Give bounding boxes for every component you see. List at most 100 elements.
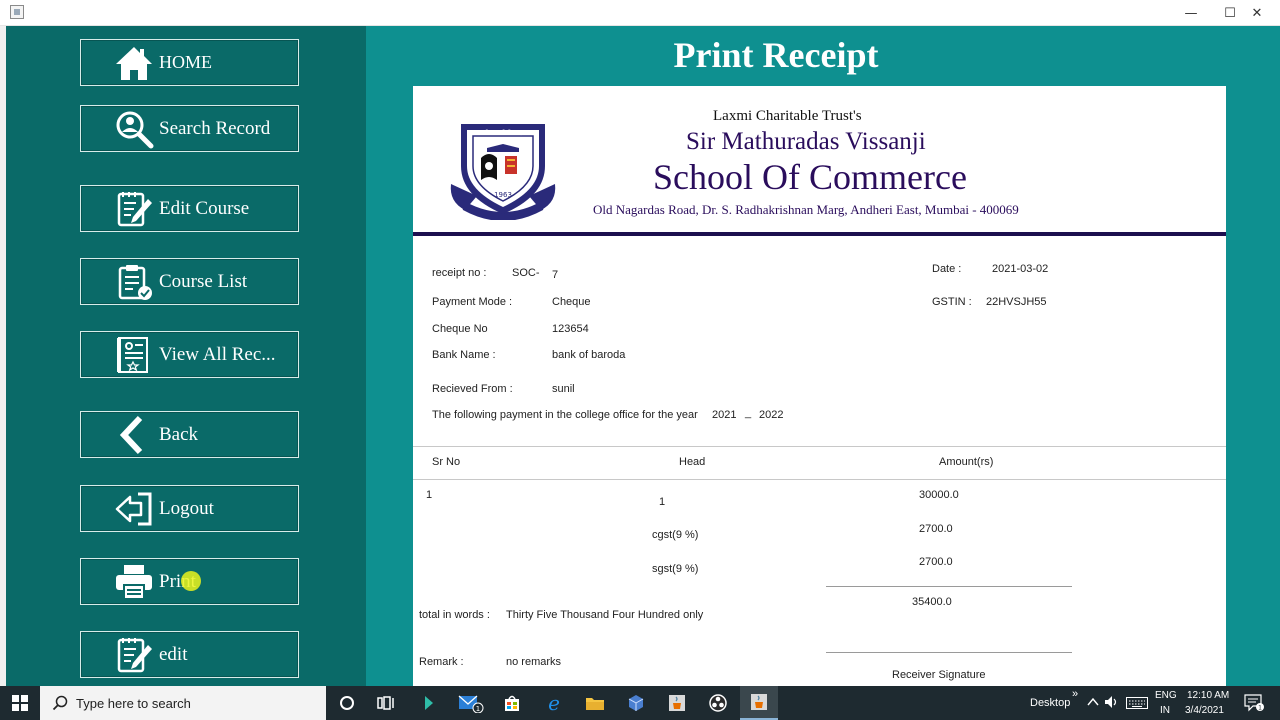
course-list-button[interactable]: Course List <box>80 258 299 305</box>
content-right-margin <box>1254 26 1280 686</box>
taskbar-edge[interactable]: e <box>535 686 573 720</box>
kite-app-icon <box>425 696 433 710</box>
taskbar-app-arrow[interactable] <box>410 686 448 720</box>
taskbar-obs[interactable] <box>699 686 737 720</box>
gstin-value: 22HVSJH55 <box>986 296 1047 308</box>
col-head: Head <box>679 456 706 468</box>
edit-document-icon <box>113 188 155 230</box>
logout-button[interactable]: Logout <box>80 485 299 532</box>
notification-center-icon[interactable]: 1 <box>1244 694 1264 712</box>
input-language-top[interactable]: ENG <box>1155 690 1177 701</box>
clock-date[interactable]: 3/4/2021 <box>1185 705 1224 716</box>
receipt-prefix: SOC- <box>512 267 540 279</box>
taskbar-file-explorer[interactable] <box>576 686 614 720</box>
cheque-no-value: 123654 <box>552 323 589 335</box>
cortana-button[interactable] <box>328 686 366 720</box>
task-view-button[interactable] <box>367 686 405 720</box>
row-amount-value: 30000.0 <box>919 489 959 501</box>
received-from-value: sunil <box>552 383 575 395</box>
course-list-label: Course List <box>159 270 248 292</box>
windows-taskbar: Type here to search 1 e Desktop » ENG IN… <box>0 686 1280 720</box>
edit-notes-icon <box>113 634 155 676</box>
remark-value: no remarks <box>506 656 562 668</box>
home-button-label: HOME <box>159 52 212 72</box>
speaker-volume-icon[interactable] <box>1104 695 1120 709</box>
receipt-panel: विद्या ददाति विनयम् 1963 Laxmi Charitabl… <box>413 86 1226 686</box>
view-all-records-button[interactable]: View All Rec... <box>80 331 299 378</box>
close-button[interactable]: ✕ <box>1234 0 1280 26</box>
school-name-line2: School Of Commerce <box>653 157 967 197</box>
total-amount: 35400.0 <box>912 596 952 608</box>
mouse-cursor-highlight <box>181 571 201 591</box>
bank-name-value: bank of baroda <box>552 349 626 361</box>
java-cup-icon <box>751 694 767 710</box>
taskbar-java-app-active[interactable] <box>740 686 778 720</box>
keyboard-icon[interactable] <box>1126 697 1148 709</box>
notification-badge: 1 <box>1258 705 1262 712</box>
edit-course-label: Edit Course <box>159 197 250 219</box>
sgst-amount: 2700.0 <box>919 556 953 568</box>
taskbar-mail[interactable]: 1 <box>452 686 490 720</box>
start-button[interactable] <box>0 686 40 720</box>
total-divider <box>826 586 1072 587</box>
home-button[interactable]: HOME <box>80 39 299 86</box>
cgst-amount: 2700.0 <box>919 523 953 535</box>
mail-badge: 1 <box>476 705 480 713</box>
back-button[interactable]: Back <box>80 411 299 458</box>
cube-app-icon <box>628 695 644 711</box>
sgst-label: sgst(9 %) <box>652 563 699 575</box>
school-name-line1: Sir Mathuradas Vissanji <box>686 128 926 155</box>
taskbar-search-box[interactable]: Type here to search <box>40 686 326 720</box>
back-label: Back <box>159 423 199 445</box>
taskbar-store[interactable] <box>493 686 531 720</box>
edit-course-button[interactable]: Edit Course <box>80 185 299 232</box>
trust-name: Laxmi Charitable Trust's <box>713 108 862 124</box>
svg-text:e: e <box>548 693 560 713</box>
total-words-value: Thirty Five Thousand Four Hundred only <box>506 609 704 621</box>
date-label: Date : <box>932 263 962 275</box>
remark-label: Remark : <box>419 656 464 668</box>
year-separator: _ <box>745 407 752 419</box>
taskbar-virtualbox[interactable] <box>617 686 655 720</box>
certificate-icon <box>113 334 155 376</box>
edge-browser-icon: e <box>548 693 560 713</box>
show-hidden-icons-chevron-up-icon[interactable] <box>1087 697 1099 707</box>
search-record-button[interactable]: Search Record <box>80 105 299 152</box>
receipt-no-value: 7 <box>552 269 559 281</box>
row-head-value: 1 <box>659 496 666 508</box>
printer-icon <box>113 561 155 603</box>
taskbar-search-placeholder: Type here to search <box>76 695 191 711</box>
receiver-signature-label: Receiver Signature <box>892 669 986 681</box>
clipboard-check-icon <box>113 261 155 303</box>
col-amount: Amount(rs) <box>939 456 994 468</box>
logout-label: Logout <box>159 497 214 519</box>
date-value: 2021-03-02 <box>992 263 1049 275</box>
total-words-label: total in words : <box>419 609 490 621</box>
table-header-border <box>413 479 1226 480</box>
academic-year-text: The following payment in the college off… <box>432 409 698 421</box>
clock-time[interactable]: 12:10 AM <box>1187 690 1229 701</box>
toolbar-chevron[interactable]: » <box>1072 688 1078 700</box>
taskbar-java-app[interactable] <box>658 686 696 720</box>
crest-year: 1963 <box>494 191 512 199</box>
user-search-icon <box>113 108 155 150</box>
input-language-bottom[interactable]: IN <box>1160 705 1170 716</box>
desktop-toolbar-label[interactable]: Desktop <box>1030 697 1070 709</box>
school-crest-logo: विद्या ददाति विनयम् 1963 <box>447 114 559 221</box>
table-top-border <box>413 446 1226 447</box>
school-address: Old Nagardas Road, Dr. S. Radhakrishnan … <box>593 202 1019 217</box>
window-titlebar: — ☐ ✕ <box>0 0 1280 26</box>
java-cup-icon <box>669 695 685 711</box>
edit-label: edit <box>159 643 188 665</box>
home-icon <box>113 42 155 84</box>
header-divider <box>413 232 1226 236</box>
edit-button[interactable]: edit <box>80 631 299 678</box>
obs-recorder-icon <box>709 694 727 712</box>
signature-line <box>826 652 1072 653</box>
search-icon <box>52 695 68 711</box>
year-to: 2022 <box>759 409 784 421</box>
year-from: 2021 <box>712 409 737 421</box>
receipt-no-label: receipt no : <box>432 267 487 279</box>
row-sr-value: 1 <box>426 489 433 501</box>
task-view-icon <box>377 696 394 710</box>
